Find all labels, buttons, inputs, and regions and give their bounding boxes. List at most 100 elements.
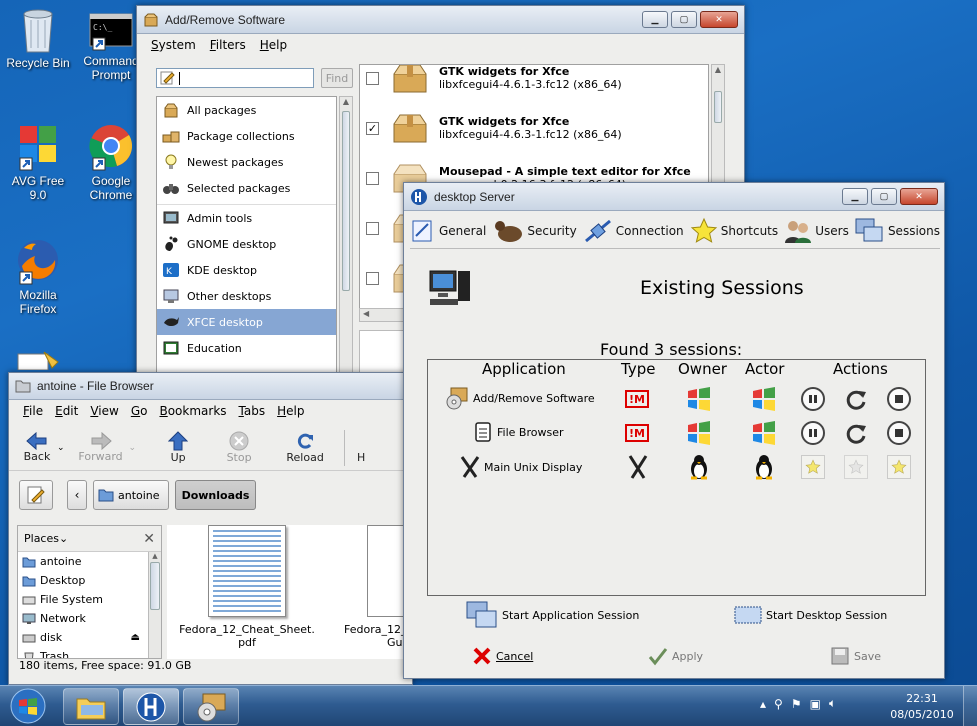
desktop-icon-avg[interactable]: AVG Free 9.0 bbox=[5, 122, 71, 202]
category-kde-desktop[interactable]: K KDE desktop bbox=[157, 257, 336, 283]
package-checkbox[interactable] bbox=[366, 271, 379, 285]
title-bar[interactable]: antoine - File Browser bbox=[9, 373, 412, 400]
category-gnome-desktop[interactable]: GNOME desktop bbox=[157, 231, 336, 257]
path-button-antoine[interactable]: antoine bbox=[93, 480, 169, 510]
package-checkbox[interactable]: ✓ bbox=[366, 121, 379, 135]
apply-button[interactable]: Apply bbox=[648, 646, 703, 666]
show-desktop-button[interactable] bbox=[963, 686, 977, 726]
eject-icon[interactable]: ⏏ bbox=[131, 632, 140, 643]
refresh-session-button[interactable] bbox=[844, 421, 868, 448]
refresh-session-button[interactable] bbox=[844, 387, 868, 414]
disabled-action-button[interactable] bbox=[844, 455, 868, 479]
forward-button[interactable]: Forward bbox=[73, 432, 129, 463]
search-input[interactable] bbox=[156, 68, 314, 88]
start-desktop-session-button[interactable]: Start Desktop Session bbox=[734, 605, 887, 625]
disabled-action-button[interactable] bbox=[801, 455, 825, 479]
title-bar[interactable]: Add/Remove Software ▁ ▢ ✕ bbox=[137, 6, 744, 34]
category-all-packages[interactable]: All packages bbox=[157, 97, 336, 123]
desktop-icon-chrome[interactable]: Google Chrome bbox=[78, 122, 144, 202]
desktop-icon-firefox[interactable]: Mozilla Firefox bbox=[5, 236, 71, 316]
package-row[interactable]: GTK widgets for Xfce libxfcegui4-4.6.1-3.… bbox=[360, 65, 708, 103]
places-dropdown[interactable]: Places⌄ bbox=[24, 532, 68, 545]
taskbar-add-remove-software-button[interactable] bbox=[183, 688, 239, 725]
category-admin-tools[interactable]: Admin tools bbox=[157, 205, 336, 231]
pause-session-button[interactable] bbox=[801, 387, 825, 411]
tab-connection[interactable]: Connection bbox=[583, 218, 684, 244]
package-checkbox[interactable] bbox=[366, 221, 379, 235]
minimize-button[interactable]: ▁ bbox=[642, 11, 668, 28]
menu-help[interactable]: Help bbox=[260, 38, 287, 52]
places-scrollbar[interactable]: ▲ bbox=[148, 552, 161, 658]
volume-icon[interactable]: 🔈︎ bbox=[829, 696, 836, 711]
taskbar-desktop-server-button[interactable] bbox=[123, 688, 179, 725]
category-scrollbar[interactable]: ▲ bbox=[339, 96, 353, 386]
place-disk[interactable]: disk ⏏ bbox=[18, 628, 146, 647]
menu-system[interactable]: System bbox=[151, 38, 196, 52]
package-checkbox[interactable] bbox=[366, 171, 379, 185]
category-selected-packages[interactable]: Selected packages bbox=[157, 175, 336, 201]
menu-help[interactable]: Help bbox=[277, 404, 304, 418]
desktop-icon-partial[interactable] bbox=[16, 350, 62, 371]
desktop-icon-command-prompt[interactable]: C:\_ Command Prompt bbox=[78, 12, 144, 82]
maximize-button[interactable]: ▢ bbox=[671, 11, 697, 28]
session-row[interactable]: File Browser !M bbox=[428, 416, 925, 450]
maximize-button[interactable]: ▢ bbox=[871, 188, 897, 205]
start-application-session-button[interactable]: Start Application Session bbox=[466, 601, 639, 629]
cancel-button[interactable]: Cancel bbox=[472, 646, 533, 666]
file-item[interactable]: Fedora_12_ Guid bbox=[327, 525, 412, 649]
place-trash[interactable]: Trash bbox=[18, 647, 146, 658]
category-other-desktops[interactable]: Other desktops bbox=[157, 283, 336, 309]
stop-session-button[interactable] bbox=[887, 421, 911, 445]
close-button[interactable]: ✕ bbox=[900, 188, 938, 205]
package-checkbox[interactable] bbox=[366, 71, 379, 85]
file-item[interactable]: Fedora_12_Cheat_Sheet. pdf bbox=[167, 525, 327, 649]
place-file-system[interactable]: File System bbox=[18, 590, 146, 609]
menu-go[interactable]: Go bbox=[131, 404, 148, 418]
location-toggle-button[interactable] bbox=[19, 480, 53, 510]
menu-bookmarks[interactable]: Bookmarks bbox=[159, 404, 226, 418]
category-newest-packages[interactable]: Newest packages bbox=[157, 149, 336, 175]
session-row[interactable]: Main Unix Display bbox=[428, 450, 925, 484]
save-button[interactable]: Save bbox=[830, 646, 881, 666]
category-education[interactable]: Education bbox=[157, 335, 336, 361]
place-antoine[interactable]: antoine bbox=[18, 552, 146, 571]
pause-session-button[interactable] bbox=[801, 421, 825, 445]
back-dropdown[interactable]: ⌄ bbox=[57, 443, 65, 453]
reload-button[interactable]: Reload bbox=[272, 431, 338, 464]
tab-users[interactable]: Users bbox=[784, 218, 849, 244]
path-button-downloads[interactable]: Downloads bbox=[174, 480, 257, 510]
place-desktop[interactable]: Desktop bbox=[18, 571, 146, 590]
up-button[interactable]: Up bbox=[150, 431, 206, 464]
usb-icon[interactable]: ⚲ bbox=[774, 697, 783, 711]
tab-shortcuts[interactable]: Shortcuts bbox=[690, 217, 778, 245]
stop-session-button[interactable] bbox=[887, 387, 911, 411]
start-button[interactable] bbox=[4, 686, 52, 726]
close-button[interactable]: ✕ bbox=[700, 11, 738, 28]
tab-general[interactable]: General bbox=[410, 218, 486, 244]
minimize-button[interactable]: ▁ bbox=[842, 188, 868, 205]
clock[interactable]: 22:31 08/05/2010 bbox=[888, 692, 956, 721]
close-icon[interactable]: ✕ bbox=[143, 531, 155, 547]
category-xfce-desktop[interactable]: XFCE desktop bbox=[157, 309, 336, 335]
flag-icon[interactable]: ⚑ bbox=[791, 697, 802, 711]
stop-button[interactable]: Stop bbox=[206, 431, 272, 464]
session-row[interactable]: Add/Remove Software !M bbox=[428, 382, 925, 416]
title-bar[interactable]: desktop Server ▁ ▢ ✕ bbox=[404, 183, 944, 211]
desktop-icon-recycle-bin[interactable]: Recycle Bin bbox=[5, 6, 71, 70]
tray-expand-icon[interactable]: ▴ bbox=[760, 697, 766, 711]
menu-filters[interactable]: Filters bbox=[210, 38, 246, 52]
taskbar-explorer-button[interactable] bbox=[63, 688, 119, 725]
path-back-button[interactable]: ‹ bbox=[67, 480, 87, 510]
home-button[interactable]: H bbox=[351, 431, 371, 464]
menu-tabs[interactable]: Tabs bbox=[239, 404, 266, 418]
menu-edit[interactable]: Edit bbox=[55, 404, 78, 418]
package-row[interactable]: ✓ GTK widgets for Xfce libxfcegui4-4.6.3-… bbox=[360, 103, 708, 153]
find-button[interactable]: Find bbox=[321, 68, 353, 88]
forward-dropdown[interactable]: ⌄ bbox=[129, 443, 137, 453]
network-tray-icon[interactable]: ▣ bbox=[810, 697, 821, 711]
menu-file[interactable]: File bbox=[23, 404, 43, 418]
place-network[interactable]: Network bbox=[18, 609, 146, 628]
menu-view[interactable]: View bbox=[90, 404, 118, 418]
tab-sessions[interactable]: Sessions bbox=[855, 218, 940, 244]
category-package-collections[interactable]: Package collections bbox=[157, 123, 336, 149]
